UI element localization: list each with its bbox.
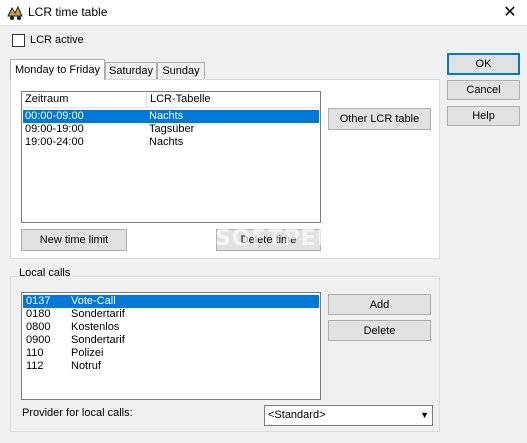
chevron-down-icon: ▼ xyxy=(420,410,429,420)
list-header: Zeitraum LCR-Tabelle xyxy=(22,92,320,108)
close-button[interactable]: ✕ xyxy=(493,0,527,26)
local-calls-list[interactable]: 0137 Vote-Call 0180 Sondertarif 0800 Kostenlo… xyxy=(21,292,321,400)
table-row[interactable]: 0137 Vote-Call xyxy=(23,295,319,308)
table-row[interactable]: 09:00-19:00 Tagsüber xyxy=(23,123,319,136)
table-cell: Sondertarif xyxy=(71,308,125,320)
table-row[interactable]: 0800 Kostenlos xyxy=(23,321,319,334)
table-cell: 0137 xyxy=(26,295,51,307)
tab-label: Saturday xyxy=(108,65,154,77)
tab-sunday[interactable]: Sunday xyxy=(157,62,205,79)
table-row[interactable]: 19:00-24:00 Nachts xyxy=(23,136,319,149)
title-bar: LCR time table ✕ xyxy=(0,0,527,26)
table-cell: Sondertarif xyxy=(71,334,125,346)
tab-label: Monday to Friday xyxy=(15,64,100,76)
table-cell: 112 xyxy=(26,360,44,372)
lcr-active-label: LCR active xyxy=(30,34,84,46)
table-cell: Notruf xyxy=(71,360,101,372)
table-row[interactable]: 0180 Sondertarif xyxy=(23,308,319,321)
table-cell: 0180 xyxy=(26,308,51,320)
new-time-limit-button[interactable]: New time limit xyxy=(21,229,127,251)
provider-label: Provider for local calls: xyxy=(22,407,133,419)
cancel-button[interactable]: Cancel xyxy=(447,80,520,100)
close-icon: ✕ xyxy=(503,4,517,21)
table-cell: 19:00-24:00 xyxy=(25,136,84,148)
tab-monday-to-friday[interactable]: Monday to Friday xyxy=(10,59,105,80)
table-cell: Nachts xyxy=(149,136,184,148)
help-button[interactable]: Help xyxy=(447,106,520,126)
table-cell: Kostenlos xyxy=(71,321,120,333)
table-cell: Nachts xyxy=(149,110,184,122)
provider-select-value: <Standard> xyxy=(268,409,326,421)
table-cell: Tagsüber xyxy=(149,123,195,135)
table-cell: 09:00-19:00 xyxy=(25,123,84,135)
delete-time-button[interactable]: Delete time xyxy=(216,229,321,251)
table-cell: 00:00-09:00 xyxy=(25,110,84,122)
lcr-active-checkbox[interactable] xyxy=(12,34,25,47)
table-cell: Polizei xyxy=(71,347,104,359)
table-row[interactable]: 110 Polizei xyxy=(23,347,319,360)
tab-saturday[interactable]: Saturday xyxy=(105,62,157,79)
table-row[interactable]: 0900 Sondertarif xyxy=(23,334,319,347)
local-calls-label: Local calls xyxy=(17,267,73,279)
table-row[interactable]: 00:00-09:00 Nachts xyxy=(23,110,319,123)
tab-label: Sunday xyxy=(162,65,200,77)
other-lcr-table-button[interactable]: Other LCR table xyxy=(328,108,431,130)
ok-button[interactable]: OK xyxy=(447,53,520,75)
app-icon xyxy=(7,5,23,20)
time-table-list[interactable]: Zeitraum LCR-Tabelle 00:00-09:00 Nachts 09… xyxy=(21,91,321,223)
provider-select[interactable]: <Standard> ▼ xyxy=(264,405,433,426)
delete-button[interactable]: Delete xyxy=(328,320,431,341)
window-title: LCR time table xyxy=(28,5,108,19)
table-cell: 110 xyxy=(26,347,44,359)
table-cell: 0800 xyxy=(26,321,51,333)
add-button[interactable]: Add xyxy=(328,294,431,315)
table-cell: 0900 xyxy=(26,334,51,346)
table-row[interactable]: 112 Notruf xyxy=(23,360,319,373)
column-header-zeitraum[interactable]: Zeitraum xyxy=(22,92,147,108)
table-cell: Vote-Call xyxy=(71,295,116,307)
column-header-lcr-tabelle[interactable]: LCR-Tabelle xyxy=(147,92,321,108)
